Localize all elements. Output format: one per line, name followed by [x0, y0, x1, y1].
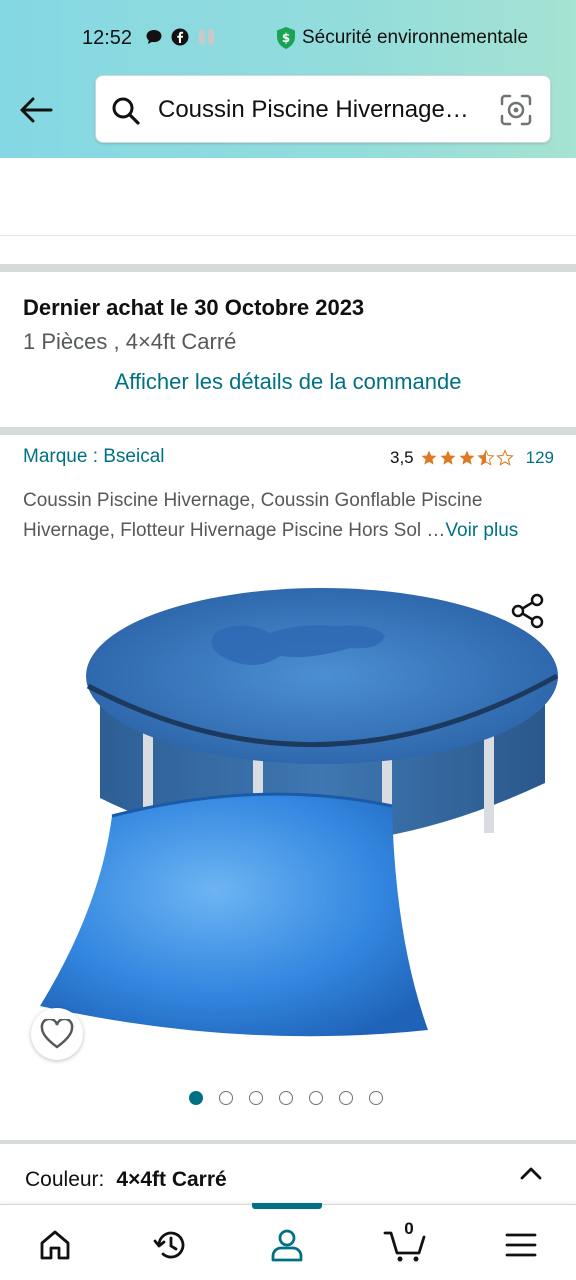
share-icon	[511, 593, 544, 629]
see-more-link[interactable]: Voir plus	[445, 520, 518, 541]
facebook-icon	[171, 28, 189, 46]
chevron-up-icon[interactable]	[518, 1161, 544, 1187]
search-input[interactable]: Coussin Piscine Hivernage…	[158, 96, 488, 124]
arrow-left-icon	[20, 97, 53, 123]
search-bar[interactable]: Coussin Piscine Hivernage…	[95, 75, 551, 143]
product-image[interactable]	[0, 578, 576, 1070]
image-carousel-dots[interactable]	[189, 1091, 383, 1105]
back-button[interactable]	[16, 90, 56, 130]
star-full-icon	[440, 450, 456, 465]
carousel-dot[interactable]	[279, 1091, 293, 1105]
star-full-icon	[459, 450, 475, 465]
variant-selector[interactable]: Couleur: 4×4ft Carré	[25, 1168, 227, 1192]
carousel-dot[interactable]	[189, 1091, 203, 1105]
carousel-dot[interactable]	[249, 1091, 263, 1105]
brand-link[interactable]: Marque : Bseical	[23, 446, 165, 468]
star-full-icon	[421, 450, 437, 465]
share-button[interactable]	[510, 592, 546, 635]
bottom-navigation: 0	[0, 1203, 576, 1280]
star-half-icon	[477, 449, 495, 466]
nav-account[interactable]	[263, 1223, 311, 1267]
feet-icon	[199, 29, 214, 45]
carousel-dot[interactable]	[369, 1091, 383, 1105]
home-icon	[40, 1230, 70, 1260]
rating-stars	[420, 449, 514, 467]
blank-banner-area	[0, 158, 576, 236]
product-title-text: Coussin Piscine Hivernage, Coussin Gonfl…	[23, 490, 483, 541]
camera-lens-icon[interactable]	[500, 94, 532, 126]
notification-icons	[145, 28, 217, 46]
section-divider	[0, 1140, 576, 1144]
rating-count[interactable]: 129	[526, 448, 554, 468]
nav-history[interactable]	[147, 1223, 195, 1267]
search-icon[interactable]	[111, 96, 141, 126]
heart-icon	[40, 1019, 74, 1049]
product-description: Coussin Piscine Hivernage, Coussin Gonfl…	[23, 486, 555, 545]
rating-value: 3,5	[389, 448, 414, 467]
nav-cart[interactable]: 0	[381, 1219, 429, 1267]
rating-summary[interactable]: 3,5 129	[390, 448, 554, 468]
chat-bubble-icon	[146, 30, 162, 44]
last-purchase-details: 1 Pièces , 4×4ft Carré	[23, 329, 237, 354]
order-details-link[interactable]: Afficher les détails de la commande	[0, 369, 576, 395]
nav-home[interactable]	[31, 1223, 79, 1267]
security-text: Sécurité environnementale	[302, 27, 529, 48]
svg-text:$: $	[282, 31, 290, 45]
menu-icon	[505, 1233, 537, 1257]
history-icon	[153, 1231, 185, 1259]
variant-value: 4×4ft Carré	[116, 1168, 227, 1191]
app-header: 12:52 $ Sécurité environnementale Coussi…	[0, 0, 576, 158]
variant-label: Couleur:	[25, 1168, 105, 1191]
shield-dollar-icon: $	[277, 27, 295, 49]
status-time: 12:52	[82, 27, 133, 49]
carousel-dot[interactable]	[339, 1091, 353, 1105]
section-divider	[0, 264, 576, 272]
star-empty-icon	[495, 449, 514, 466]
active-tab-indicator	[252, 1203, 322, 1209]
last-purchase-title: Dernier achat le 30 Octobre 2023	[23, 295, 365, 320]
carousel-dot[interactable]	[309, 1091, 323, 1105]
carousel-dot[interactable]	[219, 1091, 233, 1105]
section-divider	[0, 427, 576, 435]
cart-count-badge: 0	[404, 1219, 414, 1238]
account-icon	[271, 1229, 303, 1262]
wishlist-button[interactable]	[31, 1008, 83, 1060]
nav-menu[interactable]	[497, 1223, 545, 1267]
security-indicator: $ Sécurité environnementale	[276, 26, 528, 50]
